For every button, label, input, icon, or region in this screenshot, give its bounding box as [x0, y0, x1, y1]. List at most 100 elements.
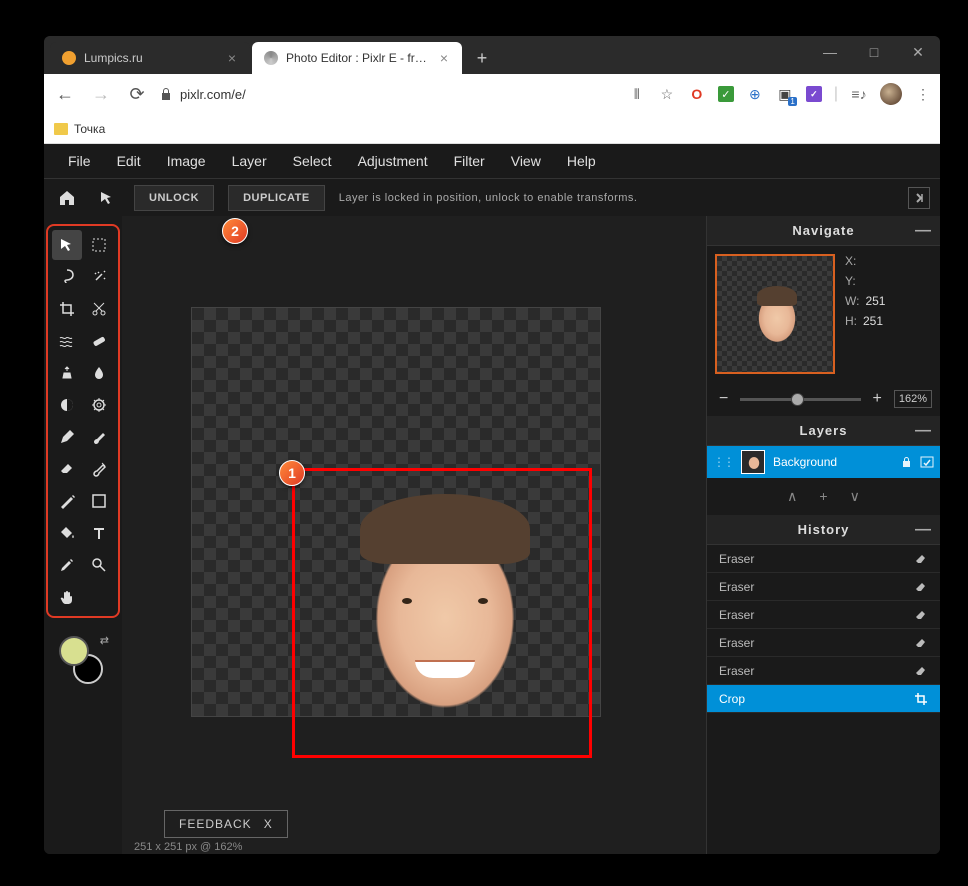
duplicate-button[interactable]: DUPLICATE — [228, 185, 325, 211]
tool-liquify[interactable] — [52, 326, 82, 356]
minimize-icon[interactable]: — — [915, 521, 932, 539]
toggle-panel-button[interactable] — [908, 187, 930, 209]
forward-button[interactable]: → — [88, 81, 114, 107]
workspace: 2 — [44, 216, 940, 854]
drag-handle-icon[interactable]: ⋮⋮ — [713, 455, 733, 469]
menu-icon[interactable]: ⋮ — [914, 85, 932, 103]
feedback-button[interactable]: FEEDBACK X — [164, 810, 288, 838]
star-icon[interactable]: ☆ — [658, 85, 676, 103]
globe-icon[interactable]: ⊕ — [746, 85, 764, 103]
favicon-icon — [62, 51, 76, 65]
selection-box[interactable] — [292, 468, 592, 758]
layer-item[interactable]: ⋮⋮ Background — [707, 446, 940, 478]
maximize-button[interactable]: □ — [852, 36, 896, 68]
tab-pixlr[interactable]: Photo Editor : Pixlr E - free image × — [252, 42, 462, 74]
history-item[interactable]: Eraser — [707, 573, 940, 601]
menu-edit[interactable]: Edit — [105, 147, 153, 175]
annotation-badge-2: 2 — [222, 218, 248, 244]
close-icon[interactable]: × — [438, 52, 450, 64]
tool-cut[interactable] — [84, 294, 114, 324]
tool-picker[interactable] — [52, 550, 82, 580]
tool-marquee[interactable] — [84, 230, 114, 260]
visibility-icon[interactable] — [920, 456, 934, 468]
tool-lasso[interactable] — [52, 262, 82, 292]
tool-zoom[interactable] — [84, 550, 114, 580]
feedback-close[interactable]: X — [264, 817, 273, 831]
menu-adjustment[interactable]: Adjustment — [346, 147, 440, 175]
minimize-button[interactable]: — — [808, 36, 852, 68]
layer-add-button[interactable]: + — [819, 488, 827, 505]
unlock-button[interactable]: UNLOCK — [134, 185, 214, 211]
tool-eraser[interactable] — [52, 454, 82, 484]
tool-crop[interactable] — [52, 294, 82, 324]
history-item[interactable]: Crop — [707, 685, 940, 713]
minimize-icon[interactable]: — — [915, 222, 932, 240]
tool-brush[interactable] — [84, 422, 114, 452]
tool-smudge[interactable] — [84, 454, 114, 484]
tool-pen[interactable] — [52, 422, 82, 452]
menu-image[interactable]: Image — [155, 147, 218, 175]
history-item[interactable]: Eraser — [707, 629, 940, 657]
h-value: 251 — [863, 314, 883, 328]
history-item[interactable]: Eraser — [707, 657, 940, 685]
menu-file[interactable]: File — [56, 147, 103, 175]
address-bar: ← → ⟳ pixlr.com/e/ ⦀ ☆ O ✓ ⊕ ▣1 ✓ | ≡♪ ⋮ — [44, 74, 940, 114]
tool-fill[interactable] — [52, 518, 82, 548]
close-button[interactable]: ✕ — [896, 36, 940, 68]
bookmark-label: Точка — [74, 122, 105, 136]
history-item[interactable]: Eraser — [707, 545, 940, 573]
menu-help[interactable]: Help — [555, 147, 608, 175]
cube-icon[interactable]: ▣1 — [776, 85, 794, 103]
tool-dodge[interactable] — [52, 390, 82, 420]
arrow-tool-icon[interactable] — [94, 185, 120, 211]
history-list: EraserEraserEraserEraserEraserCrop — [707, 545, 940, 854]
folder-icon — [54, 123, 68, 135]
tool-arrow[interactable] — [52, 230, 82, 260]
menu-select[interactable]: Select — [281, 147, 344, 175]
zoom-value[interactable]: 162% — [894, 390, 932, 408]
history-item[interactable]: Eraser — [707, 601, 940, 629]
panel-title: Layers — [800, 423, 848, 438]
tool-draw[interactable] — [52, 486, 82, 516]
menu-filter[interactable]: Filter — [442, 147, 497, 175]
ad-icon[interactable]: ✓ — [806, 86, 822, 102]
menu-view[interactable]: View — [499, 147, 553, 175]
color-picker[interactable]: ⇄ — [59, 636, 107, 684]
lock-icon[interactable] — [901, 456, 912, 468]
check-icon[interactable]: ✓ — [718, 86, 734, 102]
navigate-thumbnail[interactable] — [715, 254, 835, 374]
swap-colors-icon[interactable]: ⇄ — [100, 634, 109, 647]
playlist-icon[interactable]: ≡♪ — [850, 85, 868, 103]
tool-heal[interactable] — [84, 326, 114, 356]
url-field[interactable]: pixlr.com/e/ — [160, 87, 618, 102]
zoom-out-button[interactable]: − — [715, 390, 732, 408]
foreground-color[interactable] — [59, 636, 89, 666]
tool-wand[interactable] — [84, 262, 114, 292]
tab-lumpics[interactable]: Lumpics.ru × — [50, 42, 250, 74]
canvas[interactable]: 1 — [192, 308, 600, 716]
opera-icon[interactable]: O — [688, 85, 706, 103]
minimize-icon[interactable]: — — [915, 422, 932, 440]
layer-down-button[interactable]: ∨ — [850, 488, 860, 505]
back-button[interactable]: ← — [52, 81, 78, 107]
reload-button[interactable]: ⟳ — [124, 81, 150, 107]
canvas-area[interactable]: 1 FEEDBACK X 251 x 251 px @ 162% — [122, 216, 706, 854]
zoom-slider[interactable] — [740, 398, 860, 401]
tool-text[interactable] — [84, 518, 114, 548]
new-tab-button[interactable]: + — [470, 46, 494, 70]
zoom-in-button[interactable]: + — [869, 390, 886, 408]
menu-layer[interactable]: Layer — [220, 147, 279, 175]
home-button[interactable] — [54, 185, 80, 211]
profile-avatar[interactable] — [880, 83, 902, 105]
translate-icon[interactable]: ⦀ — [628, 85, 646, 103]
tool-sponge[interactable] — [84, 390, 114, 420]
w-label: W: — [845, 294, 859, 308]
tool-clone[interactable] — [52, 358, 82, 388]
layer-up-button[interactable]: ∧ — [787, 488, 797, 505]
bookmark-folder[interactable]: Точка — [54, 122, 105, 136]
navigate-panel-header: Navigate — — [707, 216, 940, 246]
tool-blur[interactable] — [84, 358, 114, 388]
close-icon[interactable]: × — [226, 52, 238, 64]
tool-shape[interactable] — [84, 486, 114, 516]
tool-hand[interactable] — [52, 582, 82, 612]
